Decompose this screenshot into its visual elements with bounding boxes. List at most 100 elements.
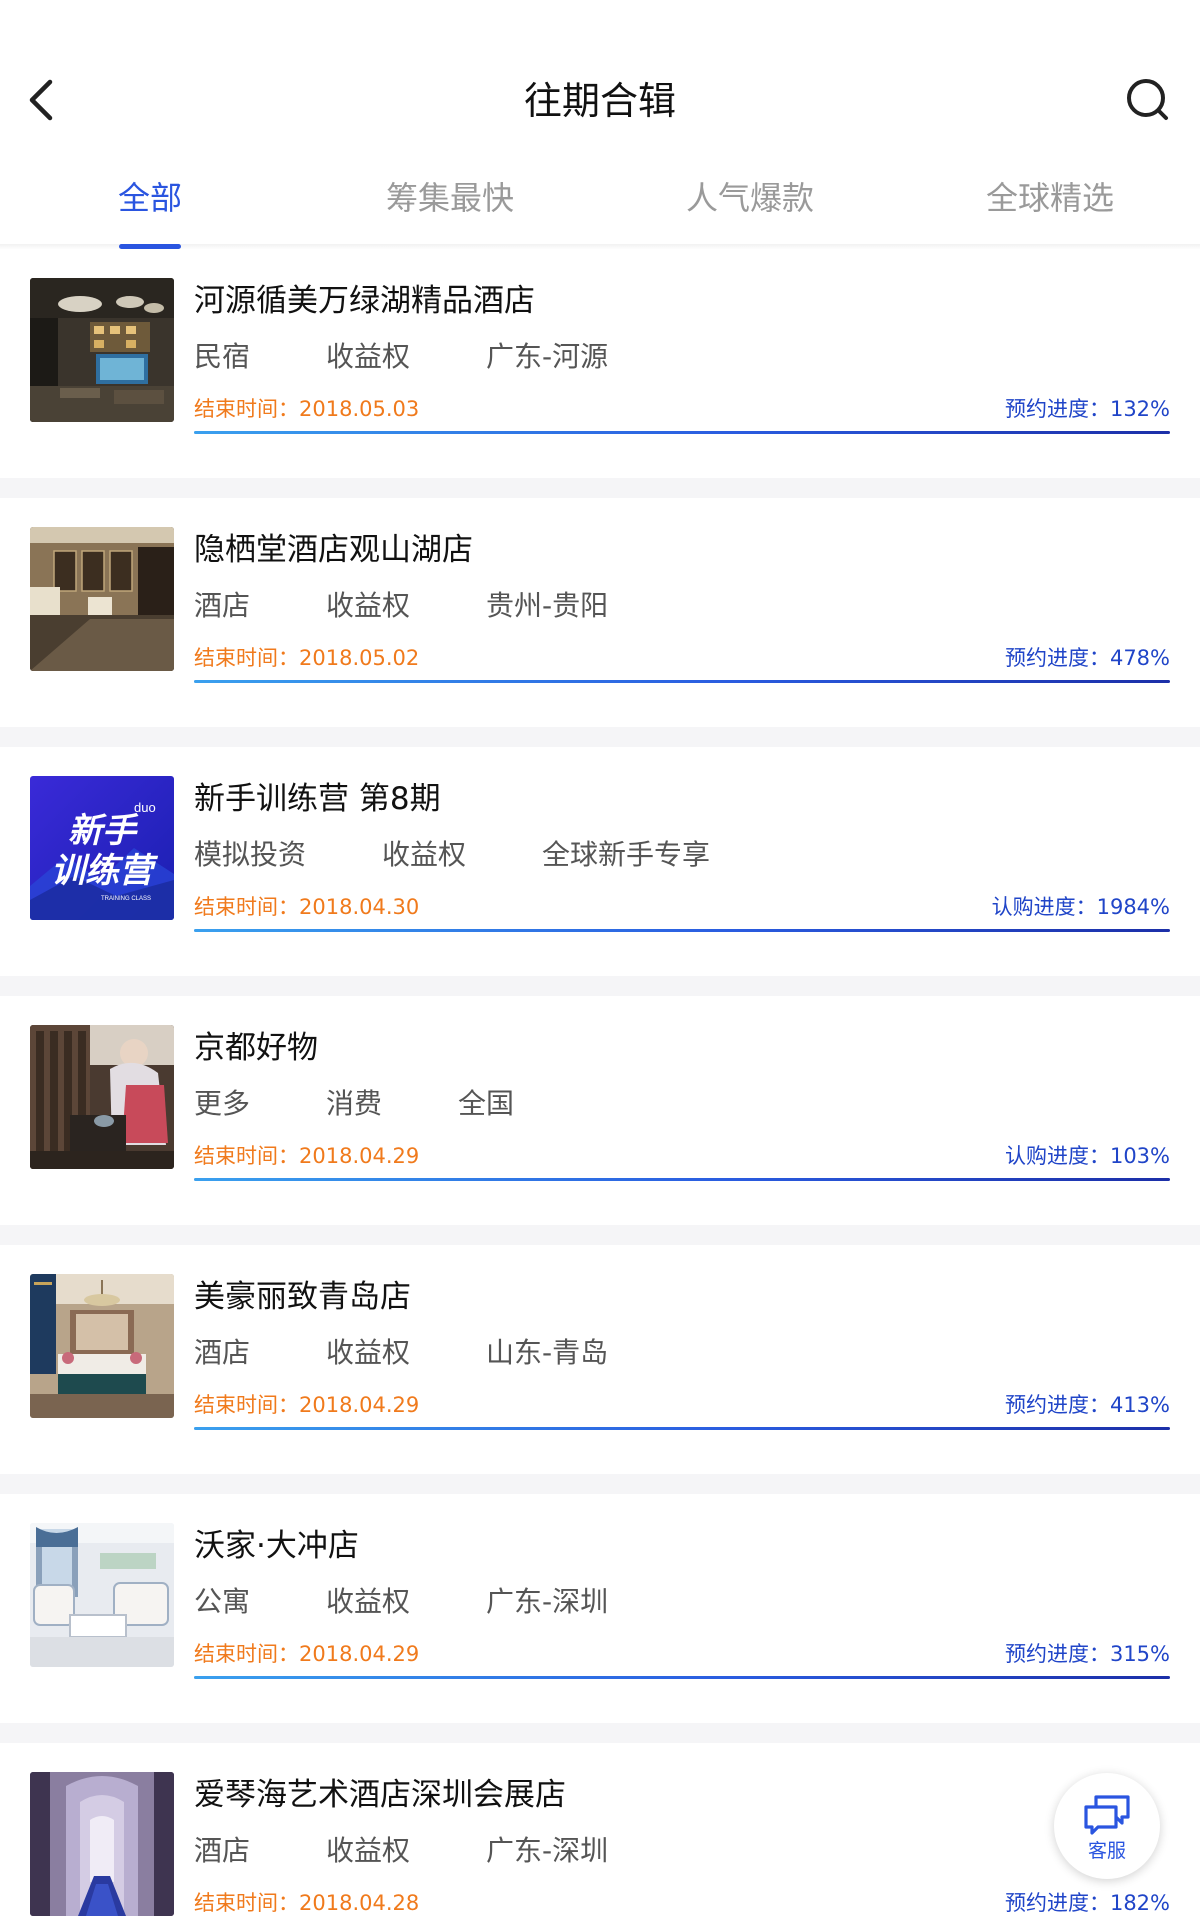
progress-value: 413%: [1109, 1393, 1170, 1417]
progress-label: 预约进度：: [1004, 397, 1110, 421]
progress-label: 预约进度：: [1004, 1393, 1110, 1417]
item-category-tag: 酒店: [194, 1834, 251, 1867]
customer-service-button[interactable]: 客服: [1054, 1773, 1160, 1879]
end-time-value: 2018.05.03: [299, 397, 420, 421]
progress-label: 认购进度：: [991, 895, 1097, 919]
list-item[interactable]: 隐栖堂酒店观山湖店 酒店 收益权 贵州-贵阳 结束时间：2018.05.02 预…: [0, 498, 1200, 747]
tab-popular[interactable]: 人气爆款: [600, 152, 900, 244]
item-end-time: 结束时间：2018.05.02: [194, 643, 419, 673]
list-item[interactable]: 河源循美万绿湖精品酒店 民宿 收益权 广东-河源 结束时间：2018.05.03…: [0, 249, 1200, 498]
progress-value: 182%: [1109, 1891, 1170, 1915]
item-title: 沃家·大冲店: [194, 1528, 359, 1564]
item-category-tag: 更多: [194, 1087, 251, 1120]
item-rights-tag: 收益权: [326, 1585, 411, 1618]
app-screen: 往期合辑 全部 筹集最快 人气爆款 全球精选 河源循美万绿湖精品酒店 民宿 收益…: [0, 0, 1200, 1920]
progress-value: 132%: [1109, 397, 1170, 421]
end-time-value: 2018.04.29: [299, 1642, 420, 1666]
tab-all[interactable]: 全部: [0, 152, 300, 244]
progress-fill: [194, 431, 1170, 434]
item-location-tag: 广东-深圳: [486, 1834, 609, 1867]
item-location-tag: 全国: [458, 1087, 515, 1120]
item-location-tag: 广东-河源: [486, 340, 609, 373]
item-location-tag: 全球新手专享: [542, 838, 711, 871]
tab-fastest-funding[interactable]: 筹集最快: [300, 152, 600, 244]
progress-value: 315%: [1109, 1642, 1170, 1666]
item-location-tag: 山东-青岛: [486, 1336, 609, 1369]
banner-brand: duo: [134, 800, 156, 815]
item-rights-tag: 消费: [326, 1087, 383, 1120]
list-item[interactable]: 京都好物 更多 消费 全国 结束时间：2018.04.29 认购进度：103%: [0, 996, 1200, 1245]
search-icon: [1127, 79, 1168, 120]
progress-bar: [194, 1427, 1170, 1430]
item-end-time: 结束时间：2018.04.29: [194, 1639, 419, 1669]
progress-fill: [194, 680, 1170, 683]
progress-bar: [194, 929, 1170, 932]
banner-line1: 新手: [68, 811, 139, 851]
progress-bar: [194, 680, 1170, 683]
hotel-room-image: [30, 527, 174, 671]
list-item[interactable]: 美豪丽致青岛店 酒店 收益权 山东-青岛 结束时间：2018.04.29 预约进…: [0, 1245, 1200, 1494]
item-title: 爱琴海艺术酒店深圳会展店: [194, 1777, 566, 1813]
item-end-time: 结束时间：2018.04.30: [194, 892, 419, 922]
item-rights-tag: 收益权: [326, 1336, 411, 1369]
living-room-image: [30, 1523, 174, 1667]
item-progress-text: 预约进度：182%: [1005, 1888, 1170, 1918]
item-location-tag: 贵州-贵阳: [486, 589, 609, 622]
end-time-label: 结束时间：: [194, 1144, 299, 1168]
banner-subtitle: TRAINING CLASS: [101, 896, 151, 902]
item-progress-text: 认购进度：103%: [1005, 1141, 1170, 1171]
end-time-label: 结束时间：: [194, 1642, 299, 1666]
bedroom-image: [30, 1274, 174, 1418]
list-item[interactable]: duo 新手 训练营 TRAINING CLASS 新手训练营 第8期 模拟投资…: [0, 747, 1200, 996]
progress-label: 认购进度：: [1004, 1144, 1110, 1168]
end-time-label: 结束时间：: [194, 895, 299, 919]
end-time-label: 结束时间：: [194, 1393, 299, 1417]
item-rights-tag: 收益权: [326, 340, 411, 373]
progress-value: 478%: [1109, 646, 1170, 670]
item-rights-tag: 收益权: [382, 838, 467, 871]
end-time-label: 结束时间：: [194, 1891, 299, 1915]
end-time-value: 2018.05.02: [299, 646, 420, 670]
item-location-tag: 广东-深圳: [486, 1585, 609, 1618]
progress-fill: [194, 1427, 1170, 1430]
progress-fill: [194, 1676, 1170, 1679]
item-category-tag: 民宿: [194, 340, 251, 373]
item-category-tag: 公寓: [194, 1585, 251, 1618]
progress-value: 1984%: [1096, 895, 1170, 919]
tab-global-selection[interactable]: 全球精选: [900, 152, 1200, 244]
item-title: 美豪丽致青岛店: [194, 1279, 411, 1315]
item-progress-text: 预约进度：478%: [1005, 643, 1170, 673]
item-title: 隐栖堂酒店观山湖店: [194, 532, 473, 568]
kyoto-craft-image: [30, 1025, 174, 1169]
item-category-tag: 酒店: [194, 589, 251, 622]
item-title: 新手训练营 第8期: [194, 781, 441, 817]
corridor-image: [30, 1772, 174, 1916]
item-title: 京都好物: [194, 1030, 318, 1066]
item-title: 河源循美万绿湖精品酒店: [194, 283, 535, 319]
list-item[interactable]: 爱琴海艺术酒店深圳会展店 酒店 收益权 广东-深圳 结束时间：2018.04.2…: [0, 1743, 1200, 1920]
hotel-lobby-image: [30, 278, 174, 422]
category-tabs: 全部 筹集最快 人气爆款 全球精选: [0, 152, 1200, 244]
chat-bubbles-icon: [1084, 1795, 1130, 1835]
item-end-time: 结束时间：2018.05.03: [194, 394, 419, 424]
progress-bar: [194, 1178, 1170, 1181]
list-item[interactable]: 沃家·大冲店 公寓 收益权 广东-深圳 结束时间：2018.04.29 预约进度…: [0, 1494, 1200, 1743]
search-button[interactable]: [1124, 76, 1172, 124]
progress-fill: [194, 1178, 1170, 1181]
item-category-tag: 模拟投资: [194, 838, 307, 871]
end-time-value: 2018.04.28: [299, 1891, 420, 1915]
progress-label: 预约进度：: [1004, 646, 1110, 670]
item-progress-text: 预约进度：315%: [1005, 1639, 1170, 1669]
end-time-label: 结束时间：: [194, 397, 299, 421]
project-list: 河源循美万绿湖精品酒店 民宿 收益权 广东-河源 结束时间：2018.05.03…: [0, 249, 1200, 1920]
item-end-time: 结束时间：2018.04.29: [194, 1141, 419, 1171]
progress-bar: [194, 1676, 1170, 1679]
progress-label: 预约进度：: [1004, 1642, 1110, 1666]
end-time-label: 结束时间：: [194, 646, 299, 670]
progress-bar: [194, 431, 1170, 434]
item-rights-tag: 收益权: [326, 1834, 411, 1867]
customer-service-label: 客服: [1087, 1840, 1126, 1862]
progress-label: 预约进度：: [1004, 1891, 1110, 1915]
end-time-value: 2018.04.29: [299, 1393, 420, 1417]
banner-line2: 训练营: [51, 851, 159, 891]
